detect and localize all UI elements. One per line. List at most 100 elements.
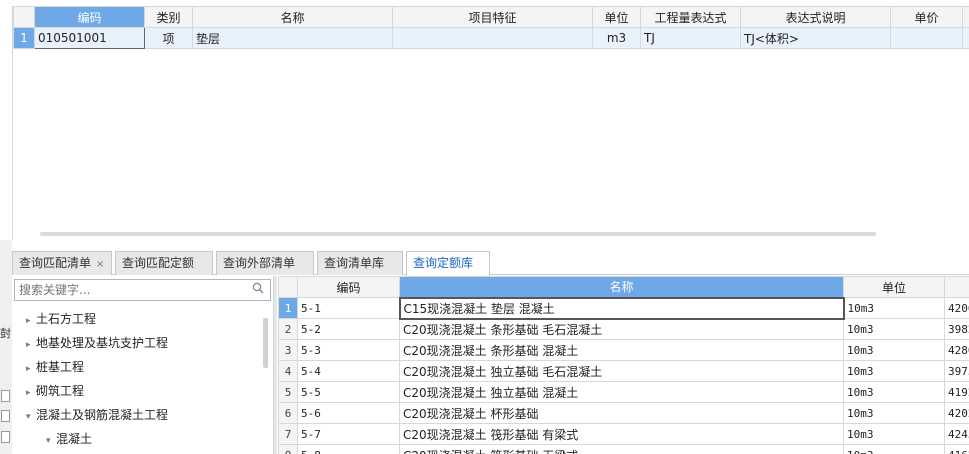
cell-unit[interactable]: 10m3 — [843, 381, 945, 403]
cell-price[interactable] — [890, 27, 963, 49]
table-row[interactable]: 7 5-7 C20现浇混凝土 筏形基础 有梁式 10m3 4245 — [278, 423, 969, 445]
search-input[interactable] — [15, 280, 247, 300]
row-number[interactable]: 1 — [13, 27, 35, 49]
cell-price[interactable]: 4245 — [944, 423, 969, 445]
col-header-name[interactable]: 名称 — [192, 6, 393, 28]
cell-code[interactable]: 5-1 — [297, 297, 400, 319]
tree-node-masonry[interactable]: ▸ 砌筑工程 — [26, 381, 84, 401]
tree-node-label: 土石方工程 — [36, 312, 97, 326]
table-row[interactable]: 4 5-4 C20现浇混凝土 独立基础 毛石混凝土 10m3 3975 — [278, 360, 969, 382]
row-number[interactable]: 7 — [278, 423, 298, 445]
caret-right-icon[interactable]: ▸ — [26, 335, 36, 355]
table-row[interactable]: 1 5-1 C15现浇混凝土 垫层 混凝土 10m3 4206 — [278, 296, 969, 320]
cell-unit[interactable]: 10m3 — [843, 444, 945, 454]
cell-name[interactable]: C20现浇混凝土 条形基础 毛石混凝土 — [399, 318, 844, 340]
cell-expression[interactable]: TJ — [640, 27, 741, 49]
panel-splitter[interactable] — [273, 276, 277, 454]
cell-code[interactable]: 5-7 — [297, 423, 400, 445]
col-header-name[interactable]: 名称 — [399, 276, 844, 298]
cell-code[interactable]: 5-4 — [297, 360, 400, 382]
cell-unit[interactable]: 10m3 — [843, 402, 945, 424]
cell-code[interactable]: 5-3 — [297, 339, 400, 361]
table-row[interactable]: 3 5-3 C20现浇混凝土 条形基础 混凝土 10m3 4280 — [278, 339, 969, 361]
cell-unit[interactable]: 10m3 — [843, 339, 945, 361]
row-number[interactable]: 2 — [278, 318, 298, 340]
tab-quota-library[interactable]: 查询定额库× — [406, 251, 490, 292]
table-row[interactable]: 8 5-8 C20现浇混凝土 筏形基础 无梁式 10m3 4162 — [278, 444, 969, 454]
close-icon[interactable]: × — [96, 259, 104, 270]
row-number[interactable]: 3 — [278, 339, 298, 361]
col-header-unit[interactable]: 单位 — [592, 6, 641, 28]
row-number[interactable]: 8 — [278, 444, 298, 454]
caret-down-icon[interactable]: ▾ — [26, 407, 36, 427]
col-header-expression-desc[interactable]: 表达式说明 — [740, 6, 891, 28]
cell-code[interactable]: 5-6 — [297, 402, 400, 424]
table-row[interactable]: 6 5-6 C20现浇混凝土 杯形基础 10m3 4202 — [278, 402, 969, 424]
row-number[interactable]: 1 — [278, 297, 298, 319]
search-icon[interactable] — [252, 282, 264, 298]
tab-match-bill[interactable]: 查询匹配清单 × — [12, 251, 112, 275]
tab-external-bill[interactable]: 查询外部清单× — [216, 251, 314, 292]
cell-code[interactable]: 010501001 — [34, 27, 145, 49]
tree-scrollbar[interactable] — [263, 318, 268, 368]
table-row[interactable]: 2 5-2 C20现浇混凝土 条形基础 毛石混凝土 10m3 3982 — [278, 318, 969, 340]
cell-feature[interactable] — [392, 27, 593, 49]
cell-name[interactable]: C20现浇混凝土 独立基础 毛石混凝土 — [399, 360, 844, 382]
row-number[interactable]: 5 — [278, 381, 298, 403]
row-number[interactable]: 4 — [278, 360, 298, 382]
tree-node-foundation-treatment[interactable]: ▸ 地基处理及基坑支护工程 — [26, 333, 168, 353]
tree-node-label: 砌筑工程 — [36, 384, 85, 398]
caret-right-icon[interactable]: ▸ — [26, 383, 36, 403]
search-box — [14, 279, 271, 301]
cell-unit[interactable]: 10m3 — [843, 297, 945, 319]
col-header-expression[interactable]: 工程量表达式 — [640, 6, 741, 28]
col-header-feature[interactable]: 项目特征 — [392, 6, 593, 28]
tab-bill-library[interactable]: 查询清单库× — [317, 251, 403, 292]
table-row[interactable]: 5 5-5 C20现浇混凝土 独立基础 混凝土 10m3 4192 — [278, 381, 969, 403]
col-header-code[interactable]: 编码 — [34, 6, 145, 28]
cell-name[interactable]: C20现浇混凝土 杯形基础 — [399, 402, 844, 424]
cell-price[interactable]: 3982 — [944, 318, 969, 340]
tree-node-concrete-rc[interactable]: ▾ 混凝土及钢筋混凝土工程 — [26, 405, 168, 425]
table-row[interactable]: 1 010501001 项 垫层 m3 TJ TJ<体积> — [13, 27, 969, 49]
row-number[interactable]: 6 — [278, 402, 298, 424]
side-checkbox-2[interactable] — [1, 410, 10, 422]
cell-unit[interactable]: 10m3 — [843, 360, 945, 382]
cell-price[interactable]: 4162 — [944, 444, 969, 454]
tree-node-concrete[interactable]: ▾ 混凝土 — [46, 429, 92, 449]
cell-name[interactable]: 垫层 — [192, 27, 393, 49]
tree-node-pile[interactable]: ▸ 桩基工程 — [26, 357, 84, 377]
col-header-price[interactable]: 单价 — [890, 6, 963, 28]
bill-grid: 编码 类别 名称 项目特征 单位 工程量表达式 表达式说明 单价 1 01050… — [12, 6, 969, 240]
cell-expression-desc[interactable]: TJ<体积> — [740, 27, 891, 49]
cell-price[interactable]: 4280 — [944, 339, 969, 361]
caret-right-icon[interactable]: ▸ — [26, 359, 36, 379]
cell-code[interactable]: 5-8 — [297, 444, 400, 454]
cell-price[interactable]: 3975 — [944, 360, 969, 382]
cell-price[interactable]: 4206 — [944, 297, 969, 319]
cell-unit[interactable]: 10m3 — [843, 318, 945, 340]
caret-down-icon[interactable]: ▾ — [46, 431, 56, 451]
col-header-code[interactable]: 编码 — [297, 276, 400, 298]
col-header-price[interactable] — [944, 276, 969, 298]
cell-code[interactable]: 5-2 — [297, 318, 400, 340]
cell-name[interactable]: C20现浇混凝土 独立基础 混凝土 — [399, 381, 844, 403]
cell-name[interactable]: C20现浇混凝土 条形基础 混凝土 — [399, 339, 844, 361]
cell-name[interactable]: C15现浇混凝土 垫层 混凝土 — [398, 296, 845, 320]
cell-price[interactable]: 4202 — [944, 402, 969, 424]
side-checkbox-3[interactable] — [1, 431, 10, 443]
cell-name[interactable]: C20现浇混凝土 筏形基础 有梁式 — [399, 423, 844, 445]
cell-name[interactable]: C20现浇混凝土 筏形基础 无梁式 — [399, 444, 844, 454]
tab-match-quota[interactable]: 查询匹配定额× — [115, 251, 213, 292]
caret-right-icon[interactable]: ▸ — [26, 311, 36, 331]
col-header-unit[interactable]: 单位 — [843, 276, 945, 298]
cell-unit[interactable]: m3 — [592, 27, 641, 49]
cell-type[interactable]: 项 — [144, 27, 193, 49]
col-header-type[interactable]: 类别 — [144, 6, 193, 28]
side-checkbox-1[interactable] — [1, 390, 10, 402]
horizontal-scrollbar[interactable] — [40, 232, 876, 236]
cell-unit[interactable]: 10m3 — [843, 423, 945, 445]
tree-node-earthwork[interactable]: ▸ 土石方工程 — [26, 309, 96, 329]
cell-code[interactable]: 5-5 — [297, 381, 400, 403]
cell-price[interactable]: 4192 — [944, 381, 969, 403]
